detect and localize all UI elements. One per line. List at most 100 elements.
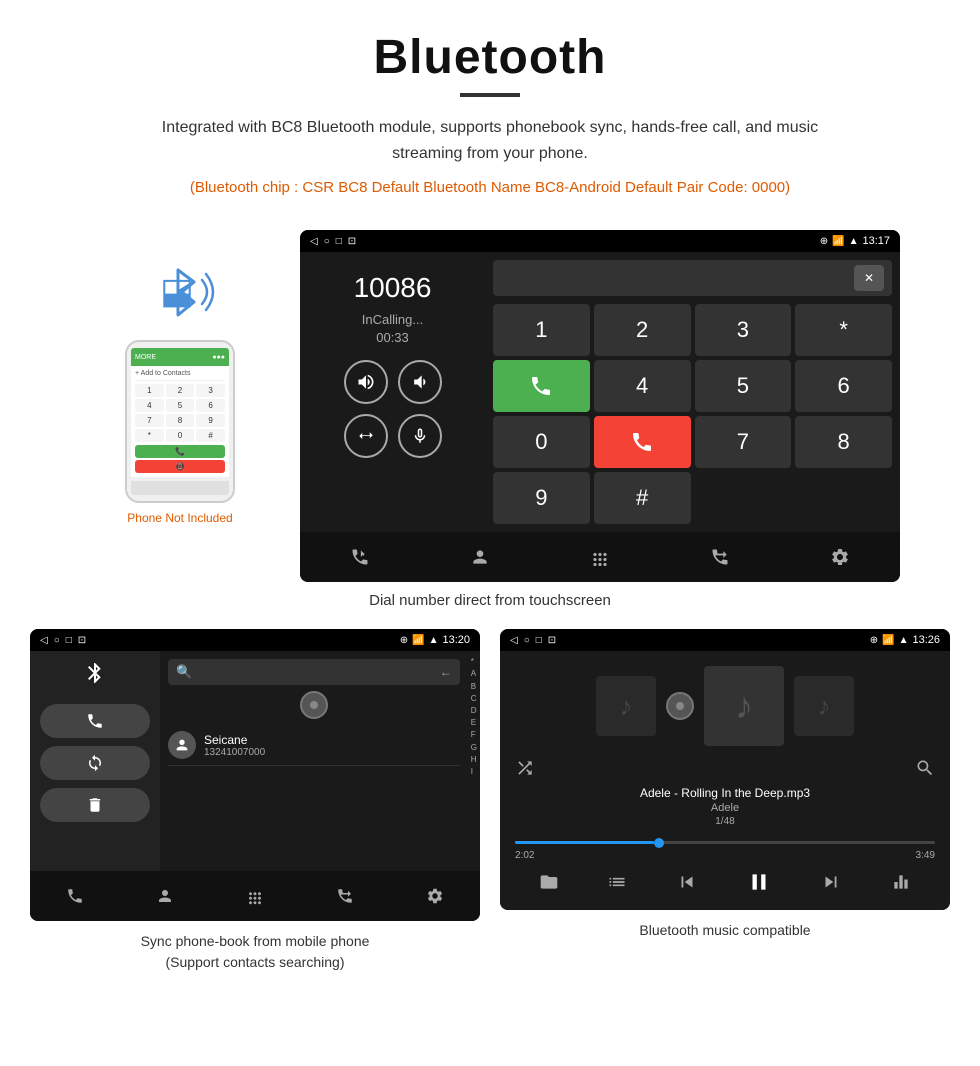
contacts-right-wrapper: 🔍 ← (160, 651, 480, 871)
alphabet-sidebar: * A B C D E F G H I (468, 651, 480, 871)
contacts-nav-settings-icon (426, 887, 444, 905)
dialer-nav-contacts[interactable] (470, 547, 490, 567)
alpha-i[interactable]: I (471, 766, 477, 777)
numkey-8[interactable]: 8 (795, 416, 892, 468)
sidebar-phone-btn[interactable] (40, 704, 150, 738)
numkey-5[interactable]: 5 (695, 360, 792, 412)
alpha-g[interactable]: G (471, 742, 477, 753)
numkey-star[interactable]: * (795, 304, 892, 356)
music-note-prev-icon: ♪ (620, 691, 633, 722)
prev-track-button[interactable] (676, 871, 698, 893)
music-time: 13:26 (912, 634, 940, 646)
dialer-nav-transfer[interactable] (710, 547, 730, 567)
mute-button[interactable] (398, 414, 442, 458)
music-body: ♪ ♪ ♪ (500, 651, 950, 910)
equalizer-icon (891, 872, 911, 892)
music-disk-indicator (666, 692, 694, 720)
disk-indicator-area (168, 691, 460, 719)
numkey-6[interactable]: 6 (795, 360, 892, 412)
bt-icon (83, 661, 107, 685)
numkey-9[interactable]: 9 (493, 472, 590, 524)
folder-button[interactable] (539, 872, 559, 892)
music-signal-icon: 📶 (882, 635, 894, 646)
end-call-button[interactable] (594, 416, 691, 468)
contacts-nav-settings[interactable] (426, 887, 444, 905)
bluetooth-specs: (Bluetooth chip : CSR BC8 Default Blueto… (60, 176, 920, 200)
dialer-timer: 00:33 (376, 330, 409, 345)
backspace-button[interactable]: ✕ (854, 265, 884, 291)
alpha-a[interactable]: A (471, 668, 477, 679)
alpha-b[interactable]: B (471, 681, 477, 692)
music-location-icon: ⊕ (870, 635, 878, 646)
phone-bt-icon (350, 547, 370, 567)
volume-up-button[interactable] (344, 360, 388, 404)
alpha-h[interactable]: H (471, 754, 477, 765)
music-status-right: ⊕ 📶 ▲ 13:26 (870, 634, 940, 646)
equalizer-button[interactable] (891, 872, 911, 892)
numkey-1[interactable]: 1 (493, 304, 590, 356)
sidebar-phone-icon (86, 712, 104, 730)
play-pause-button[interactable] (746, 869, 772, 895)
contacts-recents-icon: □ (66, 635, 72, 646)
person-icon (174, 737, 190, 753)
transfer-button[interactable] (344, 414, 388, 458)
numkey-0[interactable]: 0 (493, 416, 590, 468)
sync-icon (86, 754, 104, 772)
dialer-nav-phone[interactable] (350, 547, 370, 567)
contacts-status-right: ⊕ 📶 ▲ 13:20 (400, 634, 470, 646)
phone-call-button: 📞 (135, 445, 225, 458)
volume-down-icon (410, 372, 430, 392)
contacts-screenshot-icon: ⊡ (78, 635, 86, 646)
music-item: ◁ ○ □ ⊡ ⊕ 📶 ▲ 13:26 (500, 629, 950, 983)
contacts-caption-line1: Sync phone-book from mobile phone (141, 933, 370, 949)
playlist-button[interactable] (607, 872, 627, 892)
answer-call-button[interactable] (493, 360, 590, 412)
search-icon: 🔍 (176, 664, 192, 680)
back-nav-icon: ◁ (310, 236, 318, 247)
dialer-left-panel: 10086 InCalling... 00:33 (300, 252, 485, 532)
dialer-nav-settings[interactable] (830, 547, 850, 567)
phone-illustration: ⬓ MORE ●●● + Add to Con (80, 230, 280, 525)
contact-list-item[interactable]: Seicane 13241007000 (168, 725, 460, 766)
alpha-e[interactable]: E (471, 717, 477, 728)
numkey-3[interactable]: 3 (695, 304, 792, 356)
numkey-7[interactable]: 7 (695, 416, 792, 468)
sidebar-delete-btn[interactable] (40, 788, 150, 822)
sidebar-sync-btn[interactable] (40, 746, 150, 780)
alpha-d[interactable]: D (471, 705, 477, 716)
contacts-location-icon: ⊕ (400, 635, 408, 646)
numkey-4[interactable]: 4 (594, 360, 691, 412)
next-track-button[interactable] (820, 871, 842, 893)
contacts-nav-dialpad[interactable] (246, 887, 264, 905)
contacts-nav-contacts-icon (156, 887, 174, 905)
page-title: Bluetooth (60, 30, 920, 85)
volume-down-button[interactable] (398, 360, 442, 404)
volume-up-icon (356, 372, 376, 392)
search-music-button[interactable] (915, 758, 935, 778)
alpha-c[interactable]: C (471, 693, 477, 704)
shuffle-button[interactable] (515, 758, 535, 778)
contacts-nav-transfer[interactable] (336, 887, 354, 905)
contacts-item: ◁ ○ □ ⊡ ⊕ 📶 ▲ 13:20 (30, 629, 480, 983)
numkey-2[interactable]: 2 (594, 304, 691, 356)
status-left: ◁ ○ □ ⊡ (310, 236, 356, 247)
dialer-bottom-nav (300, 532, 900, 582)
music-progress-bar[interactable] (515, 841, 935, 844)
contacts-nav-contacts[interactable] (156, 887, 174, 905)
dialer-input-row: ✕ (493, 260, 892, 296)
music-status-bar: ◁ ○ □ ⊡ ⊕ 📶 ▲ 13:26 (500, 629, 950, 651)
alpha-star[interactable]: * (471, 656, 477, 667)
contacts-search-row[interactable]: 🔍 ← (168, 659, 460, 685)
album-art-prev: ♪ (596, 676, 656, 736)
home-nav-icon: ○ (324, 236, 330, 247)
numkey-hash[interactable]: # (594, 472, 691, 524)
contacts-screen: ◁ ○ □ ⊡ ⊕ 📶 ▲ 13:20 (30, 629, 480, 921)
contacts-nav-phone[interactable] (66, 887, 84, 905)
page-header: Bluetooth Integrated with BC8 Bluetooth … (0, 0, 980, 230)
alpha-f[interactable]: F (471, 729, 477, 740)
contacts-status-bar: ◁ ○ □ ⊡ ⊕ 📶 ▲ 13:20 (30, 629, 480, 651)
dialer-nav-dialpad[interactable] (590, 547, 610, 567)
contacts-signal-icon: 📶 (412, 635, 424, 646)
phone-end-button: 📵 (135, 460, 225, 473)
location-icon: ⊕ (820, 236, 828, 247)
